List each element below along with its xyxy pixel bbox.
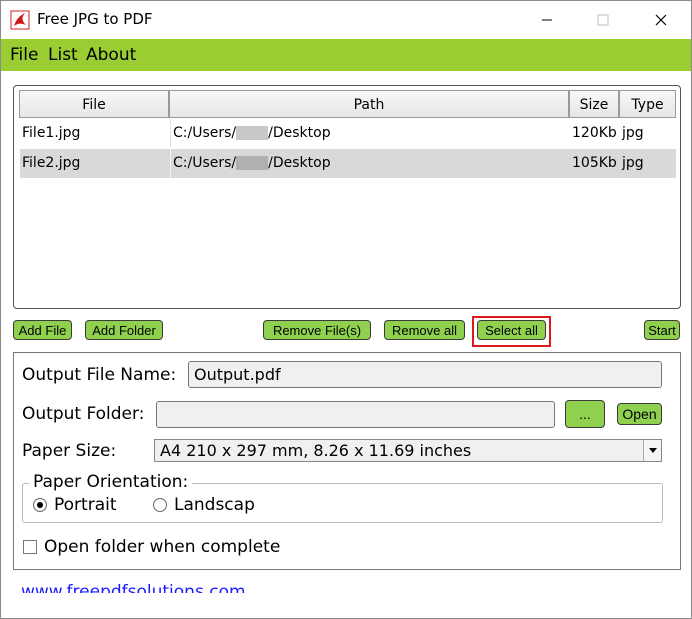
file-size-cell: 120Kb <box>572 125 617 141</box>
add-folder-button[interactable]: Add Folder <box>85 320 163 340</box>
table-row[interactable]: File1.jpg C:/Users/ /Desktop 120Kb jpg <box>20 119 676 148</box>
menu-list[interactable]: List <box>48 45 78 65</box>
landscape-label[interactable]: Landscap <box>174 495 255 515</box>
path-prefix: C:/Users/ <box>173 125 237 141</box>
paper-size-label: Paper Size: <box>22 441 117 461</box>
open-folder-button[interactable]: Open <box>617 403 662 425</box>
menu-about[interactable]: About <box>86 45 136 65</box>
column-header-path[interactable]: Path <box>169 90 569 118</box>
path-suffix: /Desktop <box>268 125 331 141</box>
portrait-radio[interactable] <box>33 498 47 512</box>
column-header-size[interactable]: Size <box>569 90 619 118</box>
output-folder-label: Output Folder: <box>22 404 145 424</box>
select-all-highlight <box>472 316 551 347</box>
path-suffix: /Desktop <box>268 155 331 171</box>
window-title: Free JPG to PDF <box>37 10 153 28</box>
paper-size-value: A4 210 x 297 mm, 8.26 x 11.69 inches <box>160 441 472 460</box>
file-path-cell: C:/Users/ /Desktop <box>173 119 331 148</box>
close-button[interactable] <box>635 1 687 39</box>
minimize-icon <box>542 19 552 21</box>
column-divider <box>170 149 171 178</box>
paper-orientation-label: Paper Orientation: <box>29 472 193 492</box>
add-file-button[interactable]: Add File <box>13 320 72 340</box>
path-prefix: C:/Users/ <box>173 155 237 171</box>
table-row[interactable]: File2.jpg C:/Users/ /Desktop 105Kb jpg <box>20 149 676 178</box>
start-button[interactable]: Start <box>644 320 680 340</box>
chevron-down-icon <box>643 440 661 461</box>
remove-all-button[interactable]: Remove all <box>384 320 465 340</box>
output-file-input[interactable]: Output.pdf <box>188 361 662 388</box>
file-list-panel[interactable]: File Path Size Type File1.jpg C:/Users/ /… <box>13 85 681 309</box>
landscape-radio[interactable] <box>153 498 167 512</box>
redacted-username <box>236 126 269 140</box>
app-window: Free JPG to PDF File List About File Pat… <box>0 0 692 619</box>
portrait-label[interactable]: Portrait <box>54 495 117 515</box>
output-folder-input[interactable] <box>156 401 555 428</box>
column-header-file[interactable]: File <box>19 90 169 118</box>
close-icon <box>655 14 667 26</box>
column-divider <box>170 119 171 148</box>
file-name-cell: File1.jpg <box>22 125 81 141</box>
output-file-label: Output File Name: <box>22 365 177 385</box>
redacted-username <box>236 156 269 170</box>
website-link[interactable]: www.freepdfsolutions.com <box>21 579 246 593</box>
file-type-cell: jpg <box>622 155 644 171</box>
menu-bar: File List About <box>1 39 691 71</box>
minimize-button[interactable] <box>521 1 573 39</box>
menu-file[interactable]: File <box>10 45 38 65</box>
column-header-type[interactable]: Type <box>619 90 676 118</box>
file-path-cell: C:/Users/ /Desktop <box>173 149 331 178</box>
open-folder-when-complete-label[interactable]: Open folder when complete <box>44 537 280 557</box>
open-folder-checkbox[interactable] <box>23 540 37 554</box>
file-size-cell: 105Kb <box>572 155 617 171</box>
maximize-icon <box>597 14 609 26</box>
paper-size-select[interactable]: A4 210 x 297 mm, 8.26 x 11.69 inches <box>154 439 662 462</box>
file-name-cell: File2.jpg <box>22 155 81 171</box>
browse-folder-button[interactable]: ... <box>565 400 605 428</box>
title-bar: Free JPG to PDF <box>1 1 691 39</box>
pdf-app-icon <box>10 10 30 30</box>
remove-files-button[interactable]: Remove File(s) <box>263 320 371 340</box>
file-type-cell: jpg <box>622 125 644 141</box>
maximize-button[interactable] <box>577 1 629 39</box>
